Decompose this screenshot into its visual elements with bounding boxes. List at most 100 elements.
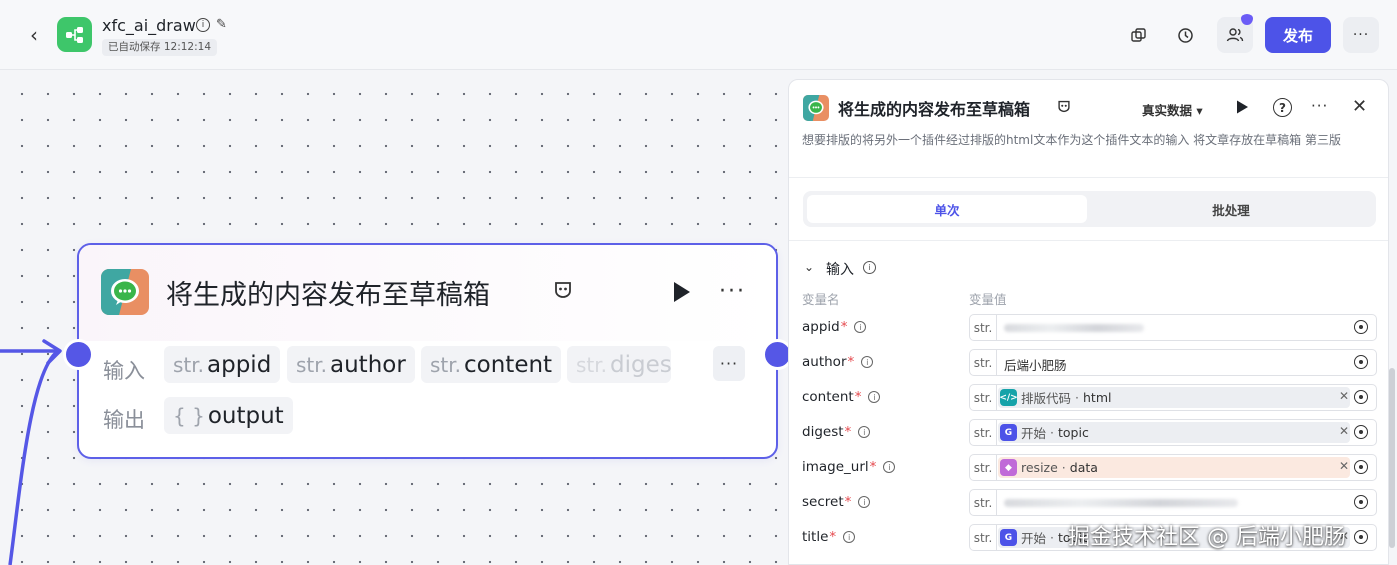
input-chip: str. author bbox=[287, 346, 415, 383]
help-icon[interactable]: ? bbox=[1273, 98, 1292, 117]
wechat-plugin-icon bbox=[101, 269, 149, 315]
clear-icon[interactable]: ✕ bbox=[1339, 459, 1349, 473]
type-label: str. bbox=[970, 315, 997, 340]
history-icon bbox=[1177, 27, 1193, 43]
tab-batch[interactable]: 批处理 bbox=[1091, 195, 1371, 223]
input-chip: str.digest bbox=[567, 346, 671, 383]
param-name: secret * i bbox=[802, 494, 871, 510]
param-value-field[interactable]: str. 后端小肥肠 bbox=[969, 349, 1377, 376]
users-icon bbox=[1226, 28, 1244, 42]
info-icon[interactable]: i bbox=[863, 261, 876, 274]
inputs-more-button[interactable]: ··· bbox=[713, 346, 745, 381]
variable-reference[interactable]: </> 排版代码 · html bbox=[998, 387, 1350, 408]
node-output-label: 输出 bbox=[103, 408, 145, 432]
node-more-button[interactable]: ··· bbox=[719, 279, 746, 304]
node-title: 将生成的内容发布至草稿箱 bbox=[166, 280, 490, 311]
target-icon[interactable] bbox=[1354, 425, 1368, 439]
start-icon: G bbox=[1000, 424, 1017, 441]
column-header-value: 变量值 bbox=[969, 292, 1007, 307]
param-name: image_url * i bbox=[802, 459, 896, 475]
input-chip: str. appid bbox=[164, 346, 281, 383]
edit-icon[interactable]: ✎ bbox=[216, 17, 227, 32]
info-icon[interactable]: i bbox=[868, 391, 881, 403]
code-icon: </> bbox=[999, 389, 1018, 406]
target-icon[interactable] bbox=[1354, 320, 1368, 334]
workflow-icon bbox=[65, 26, 83, 43]
clear-icon[interactable]: ✕ bbox=[1339, 424, 1349, 438]
play-icon bbox=[1237, 100, 1248, 114]
back-button[interactable]: ‹ bbox=[24, 22, 44, 48]
target-icon[interactable] bbox=[1354, 530, 1368, 544]
redacted-value bbox=[1004, 324, 1144, 332]
info-icon[interactable]: i bbox=[858, 426, 871, 438]
column-header-name: 变量名 bbox=[802, 292, 840, 307]
type-label: str. bbox=[970, 420, 997, 445]
info-icon[interactable]: i bbox=[861, 356, 874, 368]
node-input-label: 输入 bbox=[103, 359, 145, 383]
param-name: title * i bbox=[802, 529, 856, 545]
param-value-field[interactable]: str. bbox=[969, 489, 1377, 516]
wechat-plugin-icon bbox=[803, 95, 829, 121]
target-icon[interactable] bbox=[1354, 390, 1368, 404]
divider bbox=[789, 240, 1388, 241]
plugin-node[interactable]: 将生成的内容发布至草稿箱 ··· 输入 str. appid str. author… bbox=[63, 243, 793, 459]
target-icon[interactable] bbox=[1354, 460, 1368, 474]
chevron-left-icon: ‹ bbox=[30, 23, 38, 47]
panel-more-button[interactable]: ··· bbox=[1311, 97, 1328, 115]
tab-single[interactable]: 单次 bbox=[807, 195, 1087, 223]
autosave-status: 已自动保存 12:12:14 bbox=[102, 39, 217, 56]
history-button[interactable] bbox=[1172, 22, 1198, 48]
panel-header bbox=[789, 80, 1388, 178]
chevron-down-icon[interactable]: ⌄ bbox=[804, 260, 814, 274]
input-port[interactable] bbox=[63, 339, 94, 370]
data-mode-select[interactable]: 真实数据 ▾ bbox=[1142, 100, 1203, 119]
type-label: str. bbox=[970, 525, 997, 550]
card-icon[interactable] bbox=[1057, 100, 1071, 117]
param-name: appid * i bbox=[802, 319, 867, 335]
param-value-field[interactable]: str. ◆ resize · data ✕ bbox=[969, 454, 1377, 481]
param-value-field[interactable]: str. G 开始 · topic ✕ bbox=[969, 419, 1377, 446]
card-icon[interactable] bbox=[553, 281, 573, 304]
node-settings-panel: 将生成的内容发布至草稿箱 真实数据 ▾ ? ··· ✕ 想要排版的将另外一个插件… bbox=[788, 79, 1389, 565]
panel-scrollbar[interactable] bbox=[1389, 368, 1395, 548]
info-icon[interactable]: i bbox=[858, 496, 871, 508]
input-section-title[interactable]: 输入 bbox=[826, 259, 854, 279]
info-icon[interactable]: i bbox=[196, 18, 210, 32]
watermark: 掘金技术社区 @ 后端小肥肠 bbox=[1068, 525, 1346, 550]
target-icon[interactable] bbox=[1354, 495, 1368, 509]
param-name: content * i bbox=[802, 389, 881, 405]
panel-description: 想要排版的将另外一个插件经过排版的html文本作为这个插件文本的输入 将文章存放… bbox=[802, 133, 1341, 147]
output-chip: { } output bbox=[164, 397, 293, 434]
app-logo bbox=[57, 17, 92, 52]
run-button[interactable] bbox=[1234, 99, 1250, 115]
clear-icon[interactable]: ✕ bbox=[1339, 389, 1349, 403]
type-label: str. bbox=[970, 455, 997, 480]
param-value-field[interactable]: str. bbox=[969, 314, 1377, 341]
type-label: str. bbox=[970, 490, 997, 515]
type-label: str. bbox=[970, 350, 997, 375]
copy-icon bbox=[1130, 27, 1146, 42]
info-icon[interactable]: i bbox=[843, 531, 856, 543]
param-name: author * i bbox=[802, 354, 874, 370]
more-icon: ··· bbox=[1352, 27, 1370, 43]
panel-title: 将生成的内容发布至草稿箱 bbox=[838, 100, 1031, 119]
input-chip: str. content bbox=[421, 346, 562, 383]
run-mode-tabs: 单次 批处理 bbox=[803, 191, 1376, 227]
type-label: str. bbox=[970, 385, 997, 410]
target-icon[interactable] bbox=[1354, 355, 1368, 369]
top-bar: ‹ xfc_ai_draw i ✎ 已自动保存 12:12:14 发布 ··· bbox=[0, 0, 1397, 70]
run-button[interactable] bbox=[669, 280, 693, 304]
play-icon bbox=[674, 282, 690, 302]
close-icon[interactable]: ✕ bbox=[1352, 96, 1367, 117]
param-value-field[interactable]: str. </> 排版代码 · html ✕ bbox=[969, 384, 1377, 411]
info-icon[interactable]: i bbox=[854, 321, 867, 333]
more-button[interactable]: ··· bbox=[1343, 17, 1379, 53]
publish-button[interactable]: 发布 bbox=[1265, 17, 1331, 53]
start-icon: G bbox=[1000, 529, 1017, 546]
param-name: digest * i bbox=[802, 424, 871, 440]
variable-reference[interactable]: G 开始 · topic bbox=[998, 422, 1350, 443]
copy-button[interactable] bbox=[1125, 22, 1151, 48]
variable-reference[interactable]: ◆ resize · data bbox=[998, 457, 1350, 478]
info-icon[interactable]: i bbox=[883, 461, 896, 473]
cube-icon: ◆ bbox=[1000, 459, 1017, 476]
